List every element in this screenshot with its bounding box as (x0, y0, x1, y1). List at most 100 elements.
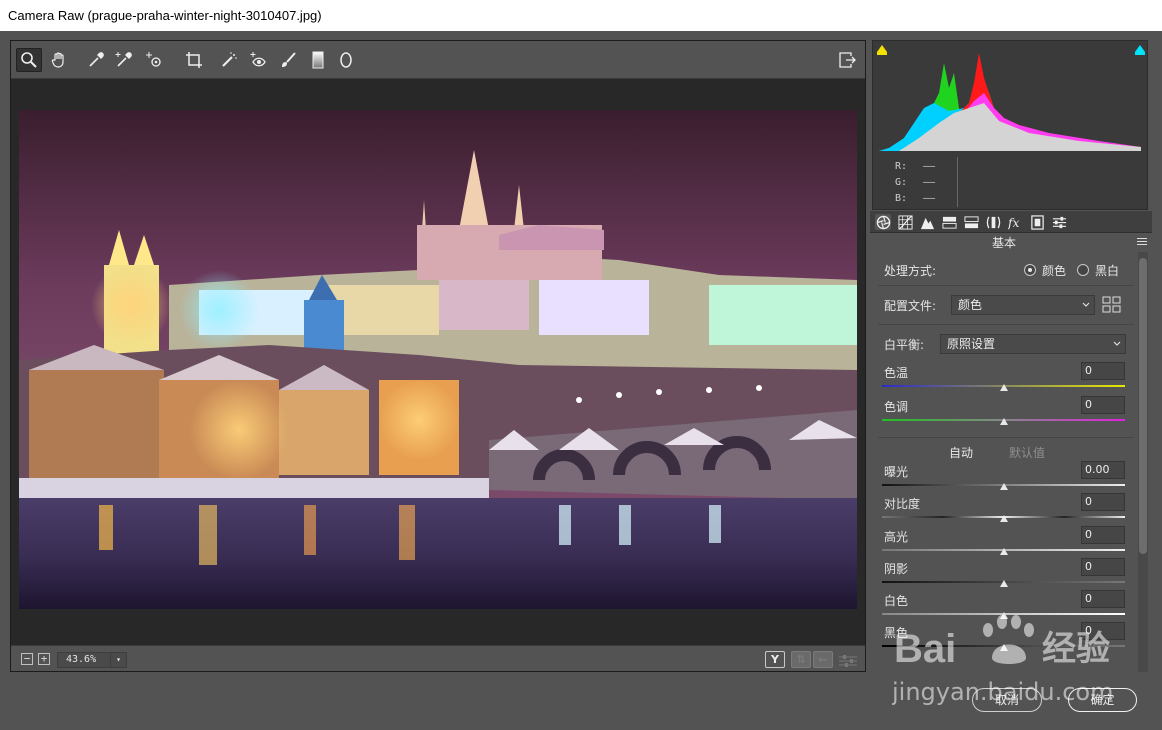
shadows-slider-thumb[interactable] (1000, 580, 1008, 587)
hsl-icon (941, 216, 957, 229)
preview-settings-icon[interactable] (839, 653, 857, 667)
image-canvas[interactable] (11, 80, 865, 645)
hand-tool[interactable] (46, 48, 72, 72)
slider-label-temperature: 色温 (884, 366, 909, 380)
shadows-value[interactable]: 0 (1081, 558, 1125, 576)
slider-label-contrast: 对比度 (884, 497, 921, 511)
radial-filter-tool[interactable] (333, 48, 359, 72)
zoom-tool[interactable] (16, 48, 42, 72)
tint-value[interactable]: 0 (1081, 396, 1125, 414)
profile-label: 配置文件: (884, 299, 937, 313)
default-link[interactable]: 默认值 (1009, 444, 1045, 461)
highlights-slider-thumb[interactable] (1000, 548, 1008, 555)
r-value: —— (923, 161, 936, 172)
graduated-filter-tool[interactable] (305, 48, 331, 72)
red-eye-tool[interactable] (245, 48, 271, 72)
tab-split-toning[interactable] (963, 214, 979, 230)
panel-menu-icon[interactable] (1137, 238, 1147, 248)
chevron-down-icon: ▾ (110, 653, 126, 667)
temperature-value[interactable]: 0 (1081, 362, 1125, 380)
contrast-slider-thumb[interactable] (1000, 515, 1008, 522)
window-title: Camera Raw (prague-praha-winter-night-30… (0, 0, 1162, 31)
blacks-value[interactable]: 0 (1081, 622, 1125, 640)
detail-triangle-icon (920, 217, 934, 229)
svg-text:fx: fx (1008, 216, 1020, 230)
zoom-out-button[interactable]: − (21, 653, 33, 665)
highlights-value[interactable]: 0 (1081, 526, 1125, 544)
profile-value: 颜色 (958, 298, 983, 312)
preview-frame: − + 43.6% ▾ Y ⇅ ← (10, 40, 866, 672)
sliders-icon (1052, 216, 1066, 228)
tool-bar (11, 41, 865, 79)
slider-label-shadows: 阴影 (884, 562, 909, 576)
treatment-bw-radio[interactable] (1077, 264, 1089, 276)
eyedropper-icon (89, 52, 104, 67)
slider-label-whites: 白色 (884, 594, 909, 608)
histogram-graph (879, 53, 1141, 151)
tab-lens-corrections[interactable] (985, 214, 1001, 230)
histogram: R: —— G: —— B: —— (872, 40, 1148, 210)
targeted-adjustment-icon (146, 52, 161, 67)
panel-tabs: fx (870, 211, 1152, 233)
targeted-adjustment-tool[interactable] (141, 48, 167, 72)
adjustment-brush-tool[interactable] (275, 48, 301, 72)
whites-value[interactable]: 0 (1081, 590, 1125, 608)
color-sampler-icon (115, 52, 132, 67)
zoom-level-select[interactable]: 43.6% ▾ (57, 652, 127, 668)
section-title: 基本 (991, 236, 1016, 250)
copy-settings-button[interactable]: ← (813, 651, 833, 668)
ok-button[interactable]: 确定 (1068, 688, 1137, 712)
magnifier-icon (21, 52, 37, 68)
status-bar: − + 43.6% ▾ Y ⇅ ← (11, 645, 865, 671)
cancel-button[interactable]: 取消 (972, 688, 1042, 712)
auto-link[interactable]: 自动 (949, 444, 973, 461)
tint-slider-thumb[interactable] (1000, 418, 1008, 425)
tab-camera-calibration[interactable] (1029, 214, 1045, 230)
white-balance-tool[interactable] (83, 48, 109, 72)
tab-tone-curve[interactable] (897, 214, 913, 230)
b-label: B: (895, 193, 908, 204)
white-balance-select[interactable]: 原照设置 (940, 334, 1126, 354)
tab-presets[interactable] (1051, 214, 1067, 230)
toggle-fullscreen-button[interactable] (834, 48, 860, 72)
scrollbar-thumb[interactable] (1139, 258, 1147, 554)
g-label: G: (895, 177, 908, 188)
zoom-level-value: 43.6% (66, 654, 97, 665)
treatment-color-label[interactable]: 颜色 (1042, 262, 1066, 279)
exposure-slider-thumb[interactable] (1000, 483, 1008, 490)
whites-slider-thumb[interactable] (1000, 612, 1008, 619)
slider-label-highlights: 高光 (884, 530, 909, 544)
prague-night-photo (19, 110, 857, 609)
profile-browser-grid-icon[interactable] (1102, 296, 1122, 314)
wb-label: 白平衡: (884, 338, 925, 352)
r-label: R: (895, 161, 908, 172)
treatment-color-radio[interactable] (1024, 264, 1036, 276)
chevron-down-icon (1113, 341, 1121, 346)
lens-icon (986, 216, 1000, 228)
color-sampler-tool[interactable] (111, 48, 137, 72)
tab-detail[interactable] (919, 214, 935, 230)
crop-tool[interactable] (181, 48, 207, 72)
contrast-value[interactable]: 0 (1081, 493, 1125, 511)
brush-icon (282, 52, 296, 67)
before-after-button[interactable]: Y (765, 651, 785, 668)
tone-curve-icon (897, 214, 913, 230)
swap-icon: ⇅ (796, 653, 806, 666)
tab-hsl[interactable] (941, 214, 957, 230)
wb-value: 原照设置 (947, 337, 996, 351)
slider-label-exposure: 曝光 (884, 465, 909, 479)
blacks-slider-thumb[interactable] (1000, 644, 1008, 651)
exposure-value[interactable]: 0.00 (1081, 461, 1125, 479)
panel-scrollbar[interactable] (1138, 252, 1148, 672)
treatment-bw-label[interactable]: 黑白 (1095, 262, 1119, 279)
photo-preview[interactable] (19, 110, 857, 609)
tab-effects[interactable]: fx (1007, 214, 1023, 230)
divider (878, 285, 1134, 286)
chevron-down-icon (1082, 302, 1090, 307)
temperature-slider-thumb[interactable] (1000, 384, 1008, 391)
swap-settings-button[interactable]: ⇅ (791, 651, 811, 668)
profile-select[interactable]: 颜色 (951, 295, 1095, 315)
spot-removal-tool[interactable] (216, 48, 242, 72)
tab-basic[interactable] (875, 214, 891, 230)
zoom-in-button[interactable]: + (38, 653, 50, 665)
